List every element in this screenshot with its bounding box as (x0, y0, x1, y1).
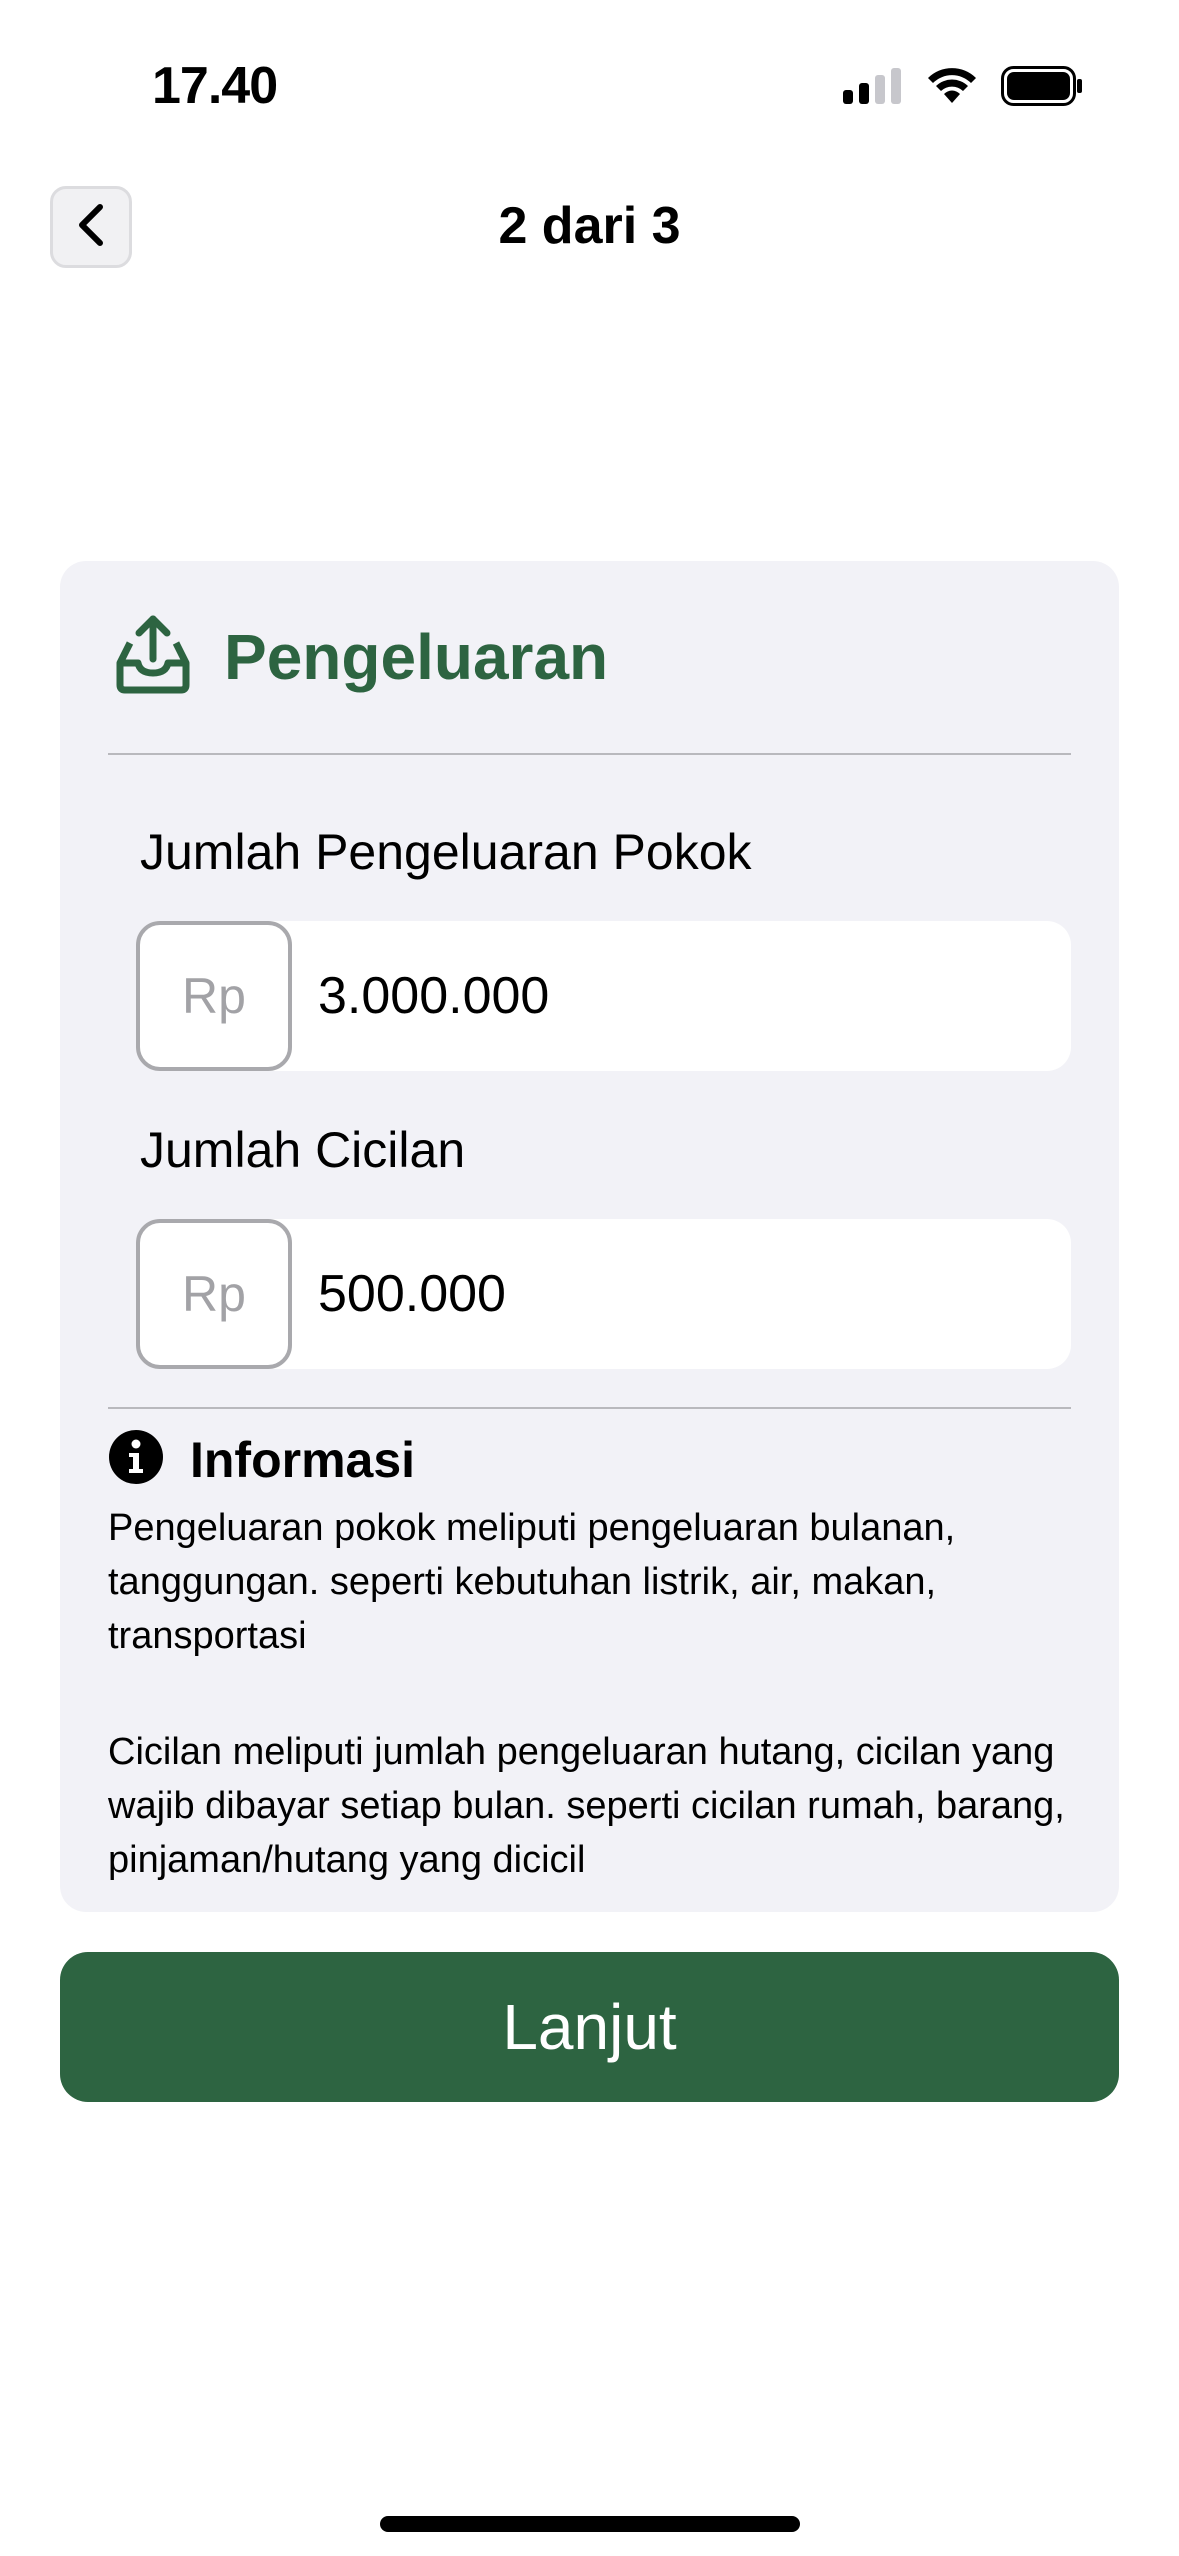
field-label-pokok: Jumlah Pengeluaran Pokok (140, 824, 752, 880)
page-title: 2 dari 3 (498, 197, 681, 255)
info-circle-icon (108, 1429, 164, 1490)
cellular-signal-icon (843, 68, 903, 109)
next-button[interactable]: Lanjut (60, 1952, 1119, 2102)
info-paragraph-cicilan: Cicilan meliputi jumlah pengeluaran huta… (108, 1731, 1065, 1881)
info-title: Informasi (190, 1431, 416, 1488)
tray-upload-icon (112, 613, 194, 700)
cicilan-amount-input[interactable]: 500.000 (318, 1219, 1051, 1369)
info-paragraph-pokok: Pengeluaran pokok meliputi pengeluaran b… (108, 1507, 956, 1657)
home-indicator[interactable] (380, 2516, 800, 2532)
battery-icon (1001, 66, 1083, 111)
card-header: Pengeluaran (112, 613, 608, 700)
field-label-cicilan: Jumlah Cicilan (140, 1122, 466, 1178)
currency-prefix: Rp (136, 921, 292, 1071)
wifi-icon (925, 67, 979, 110)
currency-prefix: Rp (136, 1219, 292, 1369)
pokok-amount-input[interactable]: 3.000.000 (318, 921, 1051, 1071)
screen: 17.40 2 dari 3 Pengeluaran Jumlah Pengel… (0, 0, 1179, 2556)
card-title: Pengeluaran (224, 620, 609, 693)
status-icons (843, 66, 1083, 111)
cicilan-amount-field[interactable]: Rp 500.000 (136, 1219, 1071, 1369)
divider-top (108, 753, 1071, 755)
pokok-amount-field[interactable]: Rp 3.000.000 (136, 921, 1071, 1071)
status-time: 17.40 (152, 57, 278, 115)
expense-card: Pengeluaran Jumlah Pengeluaran Pokok Rp … (60, 561, 1119, 1912)
info-header: Informasi (108, 1429, 415, 1490)
divider-bottom (108, 1407, 1071, 1409)
